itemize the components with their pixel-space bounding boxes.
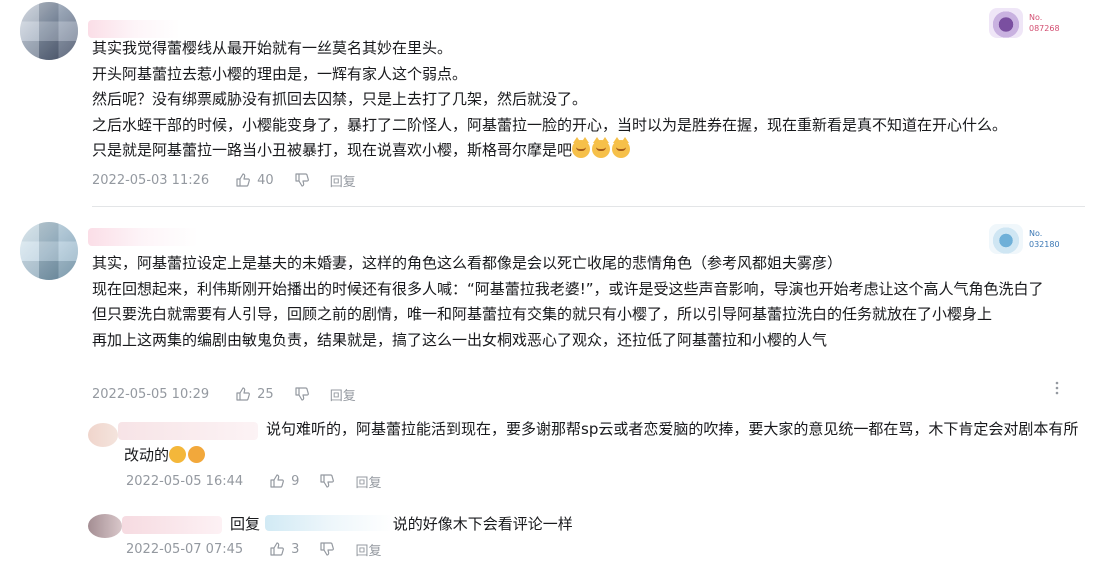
thumbs-down-icon[interactable] bbox=[319, 541, 335, 557]
mention-blurred[interactable] bbox=[264, 515, 393, 531]
reply-content: 回复 说的好像木下会看评论一样 bbox=[230, 512, 750, 538]
reply-button[interactable]: 回复 bbox=[330, 385, 356, 404]
reply-meta: 2022-05-07 07:45 3 回复 bbox=[126, 540, 381, 559]
reply-meta: 2022-05-05 16:44 9 回复 bbox=[126, 472, 381, 491]
comment-line: 其实，阿基蕾拉设定上是基夫的未婚妻，这样的角色这么看都像是会以死亡收尾的悲情角色… bbox=[92, 254, 843, 272]
comment-line: 再加上这两集的编剧由敏鬼负责，结果就是，搞了这么一出女桐戏恶心了观众，还拉低了阿… bbox=[92, 330, 828, 349]
cat-emoji-icon bbox=[592, 137, 611, 158]
reply-text: 说句难听的，阿基蕾拉能活到现在，要多谢那帮sp云或者恋爱脑的吹捧，要大家的意见统… bbox=[124, 420, 1079, 464]
like-count: 3 bbox=[291, 541, 300, 557]
like-count: 40 bbox=[257, 172, 274, 188]
emoji-icon bbox=[188, 445, 206, 463]
avatar[interactable] bbox=[20, 222, 78, 280]
reply-content: 说句难听的，阿基蕾拉能活到现在，要多谢那帮sp云或者恋爱脑的吹捧，要大家的意见统… bbox=[124, 417, 1086, 468]
thumbs-down-icon[interactable] bbox=[294, 172, 310, 188]
like-count: 9 bbox=[291, 473, 300, 489]
comment-time: 2022-05-05 10:29 bbox=[92, 386, 210, 402]
more-vertical-icon[interactable] bbox=[1052, 381, 1062, 399]
comment-meta: 2022-05-03 11:26 40 回复 bbox=[92, 171, 356, 190]
cat-emoji-icon bbox=[612, 137, 631, 158]
reply-time: 2022-05-07 07:45 bbox=[126, 541, 244, 557]
badge-avatar-icon bbox=[989, 224, 1023, 254]
comment-line: 其实我觉得蕾樱线从最开始就有一丝莫名其妙在里头。 bbox=[92, 39, 453, 57]
comment-line: 只是就是阿基蕾拉一路当小丑被暴打，现在说喜欢小樱，斯格哥尔摩是吧 bbox=[92, 141, 573, 159]
reply-text: 说的好像木下会看评论一样 bbox=[392, 515, 573, 533]
comment-time: 2022-05-03 11:26 bbox=[92, 172, 210, 188]
sub-reply-1: 说句难听的，阿基蕾拉能活到现在，要多谢那帮sp云或者恋爱脑的吹捧，要大家的意见统… bbox=[88, 417, 1088, 497]
thumbs-up-icon bbox=[236, 387, 251, 401]
fan-badge: No. 087268 bbox=[989, 8, 1065, 38]
thumbs-up-icon bbox=[236, 173, 251, 187]
avatar[interactable] bbox=[20, 2, 78, 60]
comment-divider bbox=[92, 206, 1085, 207]
like-count: 25 bbox=[257, 386, 274, 402]
reply-prefix: 回复 bbox=[230, 515, 261, 533]
comment-line: 之后水蛭干部的时候，小樱能变身了，暴打了二阶怪人，阿基蕾拉一脸的开心，当时以为是… bbox=[92, 115, 1008, 134]
badge-avatar-icon bbox=[989, 8, 1023, 38]
like-button[interactable]: 3 bbox=[269, 541, 299, 557]
sub-reply-2: 回复 说的好像木下会看评论一样 2022-05-07 07:45 3 回复 bbox=[88, 512, 1088, 562]
thumbs-down-icon[interactable] bbox=[319, 473, 335, 489]
cat-emoji-icon bbox=[572, 137, 591, 158]
thumbs-down-icon[interactable] bbox=[294, 386, 310, 402]
thumbs-up-icon bbox=[270, 542, 285, 556]
avatar[interactable] bbox=[88, 423, 118, 447]
comment-content: 其实我觉得蕾樱线从最开始就有一丝莫名其妙在里头。 开头阿基蕾拉去惹小樱的理由是，… bbox=[92, 36, 1067, 164]
comment-content: 其实，阿基蕾拉设定上是基夫的未婚妻，这样的角色这么看都像是会以死亡收尾的悲情角色… bbox=[92, 251, 1067, 353]
fan-badge: No. 032180 bbox=[989, 224, 1065, 254]
comment-meta: 2022-05-05 10:29 25 回复 bbox=[92, 385, 356, 404]
comment-line: 然后呢？没有绑票威胁没有抓回去囚禁，只是上去打了几架，然后就没了。 bbox=[92, 90, 588, 108]
badge-number: No. 032180 bbox=[1029, 229, 1060, 249]
like-button[interactable]: 40 bbox=[235, 172, 274, 188]
comment-line: 现在回想起来，利伟斯刚开始播出的时候还有很多人喊：“阿基蕾拉我老婆!”，或许是受… bbox=[92, 279, 1044, 298]
reply-button[interactable]: 回复 bbox=[355, 472, 381, 491]
badge-number: No. 087268 bbox=[1029, 13, 1060, 33]
reply-button[interactable]: 回复 bbox=[330, 171, 356, 190]
comment-line: 但只要洗白就需要有人引导，回顾之前的剧情，唯一和阿基蕾拉有交集的就只有小樱了，所… bbox=[92, 305, 993, 323]
reply-button[interactable]: 回复 bbox=[355, 540, 381, 559]
like-button[interactable]: 9 bbox=[269, 473, 299, 489]
username-blurred[interactable] bbox=[88, 228, 198, 246]
reply-time: 2022-05-05 16:44 bbox=[126, 473, 244, 489]
avatar[interactable] bbox=[88, 514, 122, 538]
emoji-icon bbox=[169, 445, 187, 463]
like-button[interactable]: 25 bbox=[235, 386, 274, 402]
comment-1: No. 087268 其实我觉得蕾樱线从最开始就有一丝莫名其妙在里头。 开头阿基… bbox=[0, 0, 1093, 200]
thumbs-up-icon bbox=[270, 474, 285, 488]
username-blurred[interactable] bbox=[122, 516, 222, 534]
emoji-group bbox=[572, 137, 631, 158]
comment-line: 开头阿基蕾拉去惹小樱的理由是，一辉有家人这个弱点。 bbox=[92, 64, 468, 83]
